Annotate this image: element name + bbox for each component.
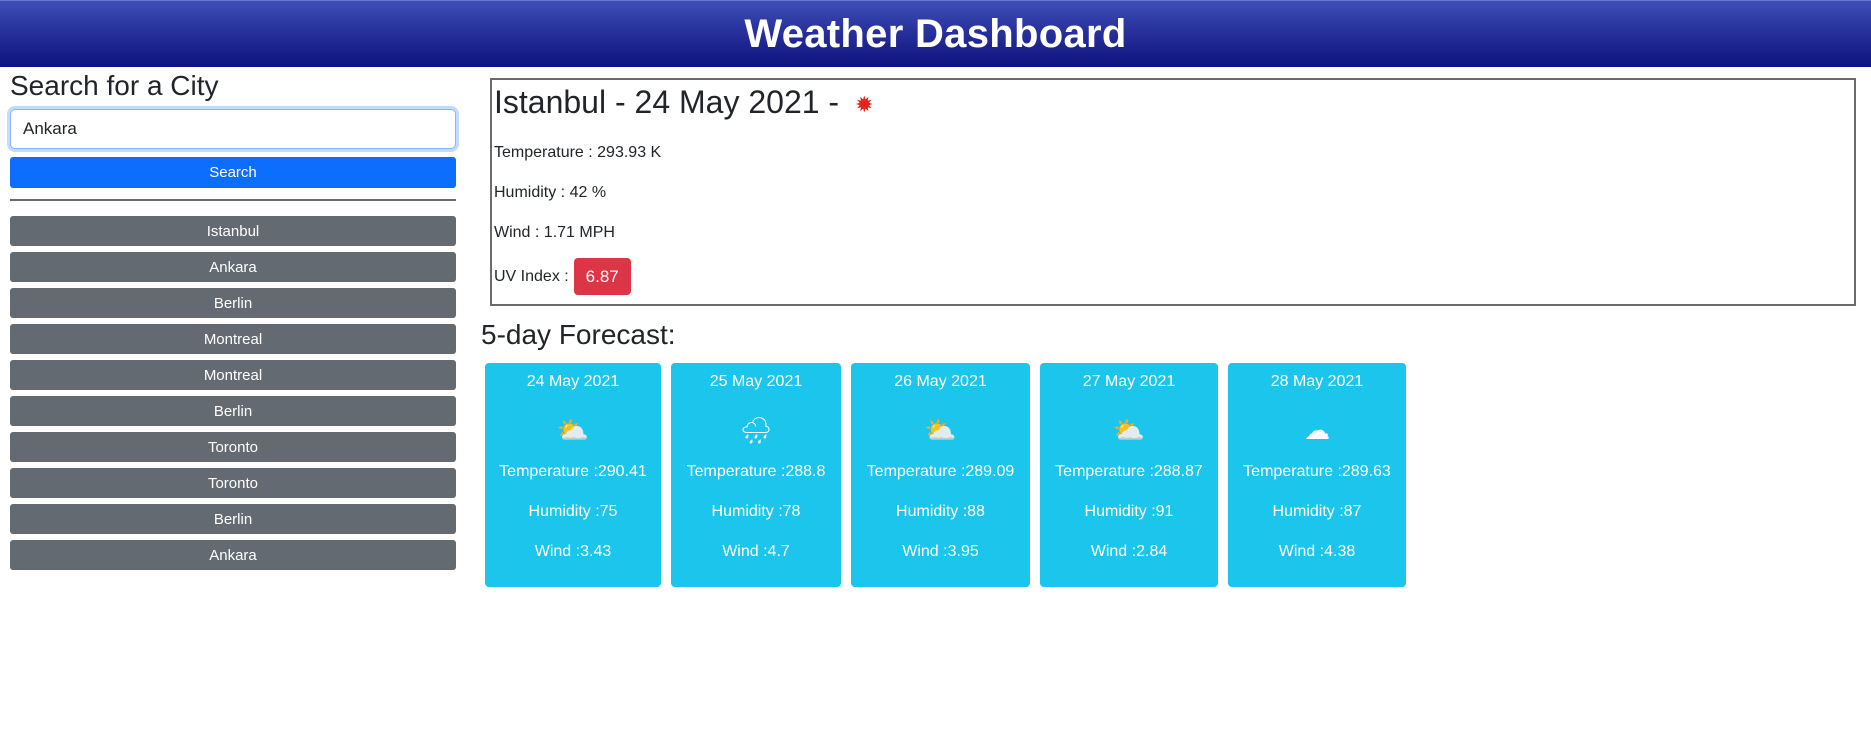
forecast-humidity: Humidity :75: [528, 503, 618, 520]
history-item-button[interactable]: Berlin: [10, 288, 456, 318]
current-city-date: Istanbul - 24 May 2021 -: [494, 84, 840, 120]
history-item-button[interactable]: Toronto: [10, 432, 456, 462]
forecast-temperature: Temperature :288.8: [686, 463, 826, 480]
history-item-button[interactable]: Toronto: [10, 468, 456, 498]
forecast-wind: Wind :3.43: [534, 543, 612, 560]
forecast-date: 27 May 2021: [1082, 373, 1176, 390]
cloud-sun-icon: ⛅: [1112, 415, 1146, 445]
sidebar-divider: [10, 199, 456, 201]
history-item-button[interactable]: Berlin: [10, 396, 456, 426]
forecast-humidity: Humidity :87: [1272, 503, 1362, 520]
app-header: Weather Dashboard: [0, 0, 1871, 67]
search-sidebar: Search for a City Search Istanbul Ankara…: [10, 67, 456, 576]
sun-icon: ✹: [855, 92, 874, 117]
forecast-card: 25 May 2021 🌧 Temperature :288.8 Humidit…: [671, 363, 841, 587]
history-item-button[interactable]: Montreal: [10, 324, 456, 354]
forecast-wind: Wind :3.95: [902, 543, 979, 560]
forecast-wind: Wind :4.7: [722, 543, 790, 560]
forecast-humidity: Humidity :91: [1084, 503, 1174, 520]
forecast-date: 26 May 2021: [894, 373, 987, 390]
current-weather-panel: Istanbul - 24 May 2021 - ✹ Temperature :…: [490, 78, 1856, 306]
cloud-sun-icon: ⛅: [556, 415, 590, 445]
history-item-button[interactable]: Ankara: [10, 540, 456, 570]
current-humidity: Humidity : 42 %: [494, 184, 607, 201]
page-title: Weather Dashboard: [744, 11, 1127, 56]
forecast-temperature: Temperature :290.41: [499, 463, 647, 480]
forecast-wind: Wind :2.84: [1090, 543, 1168, 560]
forecast-date: 28 May 2021: [1270, 373, 1364, 390]
forecast-card: 27 May 2021 ⛅ Temperature :288.87 Humidi…: [1040, 363, 1218, 587]
history-item-button[interactable]: Ankara: [10, 252, 456, 282]
forecast-date: 25 May 2021: [709, 373, 803, 390]
search-history-list: Istanbul Ankara Berlin Montreal Montreal…: [10, 216, 456, 570]
current-temperature: Temperature : 293.93 K: [494, 144, 662, 161]
forecast-humidity: Humidity :88: [896, 503, 985, 520]
history-item-button[interactable]: Istanbul: [10, 216, 456, 246]
forecast-card: 28 May 2021 ☁ Temperature :289.63 Humidi…: [1228, 363, 1406, 587]
cloud-icon: ☁: [1304, 415, 1330, 445]
forecast-card: 24 May 2021 ⛅ Temperature :290.41 Humidi…: [485, 363, 661, 587]
cloud-sun-icon: ⛅: [924, 415, 957, 445]
search-button[interactable]: Search: [10, 157, 456, 188]
rain-icon: 🌧: [739, 415, 773, 445]
history-item-button[interactable]: Berlin: [10, 504, 456, 534]
forecast-humidity: Humidity :78: [711, 503, 801, 520]
forecast-card: 26 May 2021 ⛅ Temperature :289.09 Humidi…: [851, 363, 1030, 587]
uv-index-row: UV Index : 6.87: [494, 258, 1854, 295]
forecast-wind: Wind :4.38: [1278, 543, 1356, 560]
current-wind: Wind : 1.71 MPH: [494, 224, 615, 241]
forecast-temperature: Temperature :289.09: [866, 463, 1015, 480]
uv-index-label: UV Index :: [494, 267, 569, 285]
uv-index-badge: 6.87: [573, 258, 631, 295]
search-heading: Search for a City: [10, 70, 219, 101]
forecast-date: 24 May 2021: [526, 373, 620, 390]
forecast-temperature: Temperature :289.63: [1243, 463, 1391, 480]
current-weather-title: Istanbul - 24 May 2021 - ✹: [494, 80, 1854, 124]
history-item-button[interactable]: Montreal: [10, 360, 456, 390]
forecast-temperature: Temperature :288.87: [1055, 463, 1203, 480]
forecast-heading: 5-day Forecast:: [481, 319, 676, 350]
city-search-input[interactable]: [10, 109, 456, 149]
